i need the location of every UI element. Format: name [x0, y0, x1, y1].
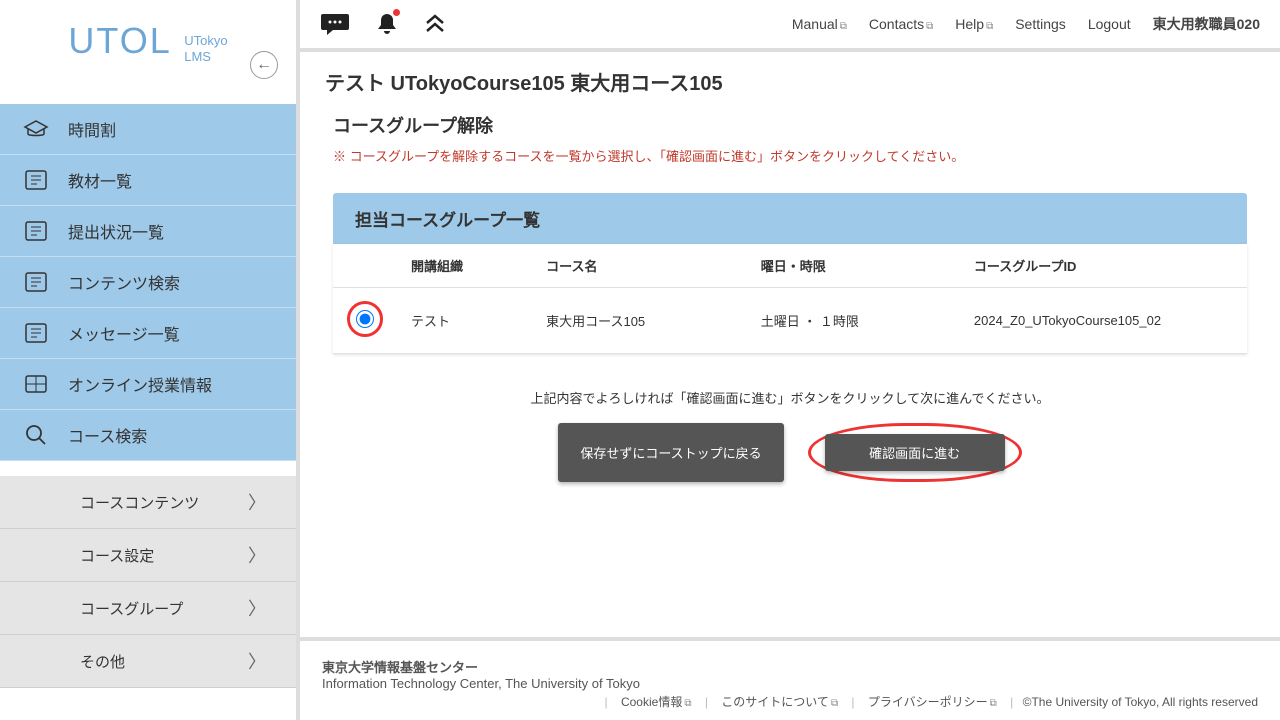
sidebar-item-label: コース設定 [80, 545, 154, 566]
confirm-button[interactable]: 確認画面に進む [825, 434, 1005, 471]
col-name: コース名 [532, 244, 747, 288]
course-group-table: 開講組織 コース名 曜日・時限 コースグループID [333, 244, 1247, 354]
row-radio[interactable] [356, 310, 374, 328]
course-group-panel: 担当コースグループ一覧 開講組織 コース名 曜日・時限 コースグループID [333, 193, 1247, 354]
instruction-text: 上記内容でよろしければ「確認画面に進む」ボタンをクリックして次に進んでください。 [325, 388, 1255, 407]
warning-text: ※ コースグループを解除するコースを一覧から選択し、「確認画面に進む」ボタンをク… [325, 146, 1255, 165]
notification-dot-icon [393, 9, 400, 16]
sidebar-item-submissions[interactable]: 提出状況一覧 [0, 206, 296, 257]
footer-org-en: Information Technology Center, The Unive… [322, 676, 1258, 691]
scroll-top-icon[interactable] [424, 13, 446, 35]
table-row: テスト 東大用コース105 土曜日 ・ １時限 2024_Z0_UTokyoCo… [333, 288, 1247, 354]
sidebar-sub-course-settings[interactable]: コース設定 〉 [0, 529, 296, 582]
back-button[interactable]: 保存せずにコーストップに戻る [558, 423, 783, 482]
chevron-right-icon: 〉 [248, 595, 266, 621]
button-row: 保存せずにコーストップに戻る 確認画面に進む [325, 423, 1255, 482]
chevron-right-icon: 〉 [248, 489, 266, 515]
sidebar-item-label: コースグループ [80, 598, 183, 619]
external-link-icon: ⧉ [831, 698, 838, 709]
chevron-right-icon: 〉 [248, 542, 266, 568]
search-icon [22, 423, 50, 447]
collapse-sidebar-icon[interactable]: ← [250, 51, 278, 79]
sidebar: UTOL UTokyoLMS ← 時間割 教材一覧 提出状況一覧 コンテンツ検索 [0, 0, 300, 720]
footer-links: | Cookie情報⧉ | このサイトについて⧉ | プライバシーポリシー⧉ |… [322, 693, 1258, 710]
topbar-settings-link[interactable]: Settings [1015, 16, 1066, 32]
footer-privacy-link[interactable]: プライバシーポリシー⧉ [868, 695, 997, 709]
topbar-logout-link[interactable]: Logout [1088, 16, 1131, 32]
footer: 東京大学情報基盤センター Information Technology Cent… [300, 641, 1280, 720]
sidebar-item-label: コースコンテンツ [80, 492, 199, 513]
radio-highlight [347, 301, 383, 337]
chat-icon[interactable] [320, 11, 350, 37]
course-title: テスト UTokyoCourse105 東大用コース105 [325, 67, 1255, 96]
sidebar-sub-course-contents[interactable]: コースコンテンツ 〉 [0, 476, 296, 529]
sidebar-item-label: 提出状況一覧 [68, 219, 164, 243]
document-icon [22, 219, 50, 243]
chevron-right-icon: 〉 [248, 648, 266, 674]
external-link-icon: ⧉ [986, 21, 993, 32]
panel-header: 担当コースグループ一覧 [333, 193, 1247, 244]
col-day: 曜日・時限 [747, 244, 960, 288]
external-link-icon: ⧉ [684, 698, 691, 709]
sidebar-item-label: メッセージ一覧 [68, 321, 180, 345]
grid-icon [22, 372, 50, 396]
footer-about-link[interactable]: このサイトについて⧉ [721, 695, 838, 709]
col-id: コースグループID [960, 244, 1247, 288]
document-icon [22, 270, 50, 294]
topbar: Manual⧉ Contacts⧉ Help⧉ Settings Logout … [300, 0, 1280, 48]
cell-org: テスト [397, 288, 532, 354]
cap-icon [22, 117, 50, 141]
section-title: コースグループ解除 [325, 112, 1255, 138]
cell-day: 土曜日 ・ １時限 [747, 288, 960, 354]
logo-area: UTOL UTokyoLMS ← [0, 0, 296, 74]
col-org: 開講組織 [397, 244, 532, 288]
logo-sub: UTokyoLMS [184, 33, 227, 64]
document-icon [22, 321, 50, 345]
external-link-icon: ⧉ [926, 21, 933, 32]
cell-id: 2024_Z0_UTokyoCourse105_02 [960, 288, 1247, 354]
sidebar-item-materials[interactable]: 教材一覧 [0, 155, 296, 206]
sidebar-item-label: コース検索 [68, 423, 147, 447]
topbar-help-link[interactable]: Help⧉ [955, 16, 993, 32]
logo-main: UTOL [68, 20, 171, 62]
sidebar-item-online-class[interactable]: オンライン授業情報 [0, 359, 296, 410]
sidebar-item-label: コンテンツ検索 [68, 270, 180, 294]
main: Manual⧉ Contacts⧉ Help⧉ Settings Logout … [300, 0, 1280, 720]
sidebar-item-label: オンライン授業情報 [68, 372, 212, 396]
sidebar-sub-course-group[interactable]: コースグループ 〉 [0, 582, 296, 635]
footer-org-jp: 東京大学情報基盤センター [322, 657, 1258, 676]
nav-primary: 時間割 教材一覧 提出状況一覧 コンテンツ検索 メッセージ一覧 オンライン授業情… [0, 104, 296, 461]
sidebar-item-messages[interactable]: メッセージ一覧 [0, 308, 296, 359]
current-user: 東大用教職員020 [1153, 14, 1260, 34]
topbar-manual-link[interactable]: Manual⧉ [792, 16, 847, 32]
nav-secondary: コースコンテンツ 〉 コース設定 〉 コースグループ 〉 その他 〉 [0, 476, 296, 688]
document-icon [22, 168, 50, 192]
bell-icon[interactable] [374, 11, 400, 37]
external-link-icon: ⧉ [840, 21, 847, 32]
confirm-highlight: 確認画面に進む [808, 423, 1022, 482]
sidebar-item-content-search[interactable]: コンテンツ検索 [0, 257, 296, 308]
external-link-icon: ⧉ [990, 698, 997, 709]
sidebar-item-label: 教材一覧 [68, 168, 132, 192]
sidebar-item-label: 時間割 [68, 117, 116, 141]
sidebar-item-timetable[interactable]: 時間割 [0, 104, 296, 155]
footer-copyright: ©The University of Tokyo, All rights res… [1023, 695, 1258, 709]
footer-cookie-link[interactable]: Cookie情報⧉ [621, 695, 692, 709]
sidebar-item-course-search[interactable]: コース検索 [0, 410, 296, 461]
topbar-contacts-link[interactable]: Contacts⧉ [869, 16, 933, 32]
cell-name: 東大用コース105 [532, 288, 747, 354]
sidebar-sub-other[interactable]: その他 〉 [0, 635, 296, 688]
sidebar-item-label: その他 [80, 651, 125, 672]
